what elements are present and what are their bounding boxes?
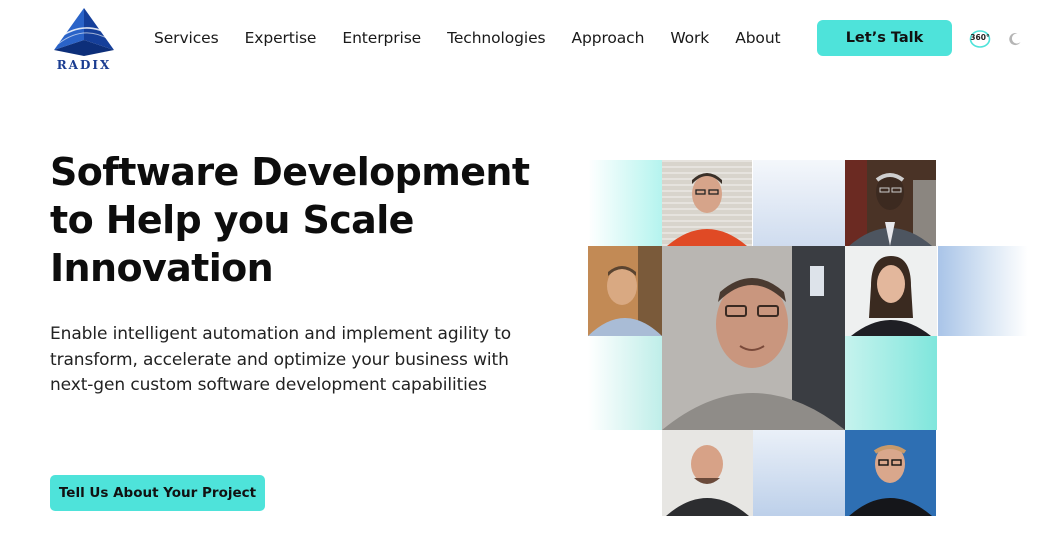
decor-tile bbox=[753, 430, 845, 516]
nav-item-technologies[interactable]: Technologies bbox=[447, 29, 545, 47]
decor-tile bbox=[845, 336, 937, 430]
nav-item-about[interactable]: About bbox=[735, 29, 780, 47]
lets-talk-button[interactable]: Let’s Talk bbox=[817, 20, 952, 56]
moon-icon[interactable] bbox=[1008, 31, 1022, 46]
tell-us-about-project-button[interactable]: Tell Us About Your Project bbox=[50, 475, 265, 511]
pyramid-logo-icon bbox=[54, 8, 114, 56]
360-badge-label: 360° bbox=[970, 33, 990, 42]
nav-item-approach[interactable]: Approach bbox=[571, 29, 644, 47]
hero-subtitle: Enable intelligent automation and implem… bbox=[50, 324, 512, 395]
nav-item-work[interactable]: Work bbox=[670, 29, 709, 47]
main-video[interactable] bbox=[662, 246, 845, 430]
360-badge[interactable]: 360° bbox=[969, 29, 991, 49]
nav-item-enterprise[interactable]: Enterprise bbox=[342, 29, 421, 47]
logo-text: RADIX bbox=[56, 58, 112, 72]
decor-tile bbox=[588, 336, 662, 430]
title-line-3: Innovation bbox=[50, 246, 274, 290]
participant-thumbnail bbox=[662, 430, 753, 516]
participant-thumbnail bbox=[845, 246, 937, 336]
participant-thumbnail bbox=[662, 160, 752, 246]
title-line-2: to Help you Scale bbox=[50, 198, 414, 242]
decor-tile bbox=[938, 246, 1028, 336]
decor-tile bbox=[753, 160, 845, 246]
logo[interactable]: RADIX bbox=[50, 6, 118, 74]
page-title: Software Development to Help you Scale I… bbox=[50, 148, 570, 292]
title-line-1: Software Development bbox=[50, 150, 530, 194]
video-collage bbox=[588, 160, 1028, 516]
nav-item-expertise[interactable]: Expertise bbox=[245, 29, 317, 47]
participant-thumbnail bbox=[588, 246, 662, 336]
participant-thumbnail bbox=[845, 430, 936, 516]
decor-tile bbox=[588, 160, 662, 246]
participant-thumbnail bbox=[845, 160, 936, 246]
nav-item-services[interactable]: Services bbox=[154, 29, 219, 47]
main-nav: Services Expertise Enterprise Technologi… bbox=[154, 26, 807, 50]
